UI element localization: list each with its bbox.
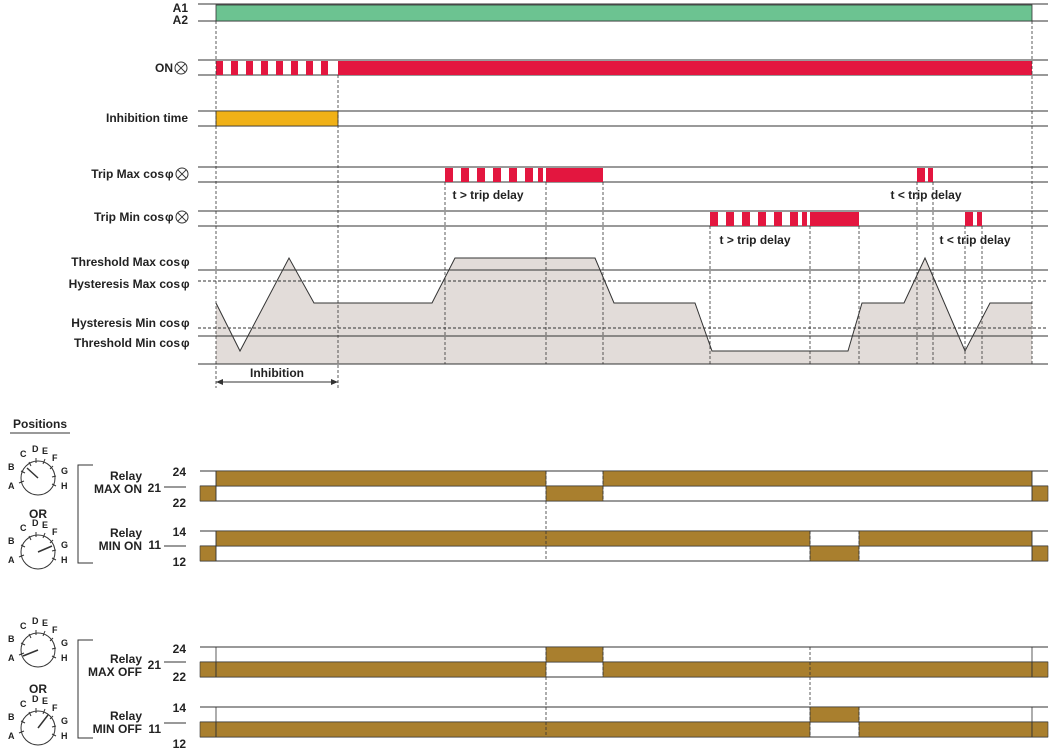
hysteresis-max-phi: φ bbox=[181, 277, 190, 291]
bracket bbox=[77, 639, 93, 739]
relay-label: Relay bbox=[110, 709, 142, 723]
supply-bar bbox=[215, 4, 1033, 22]
trip-min-phi: φ bbox=[165, 210, 174, 224]
dial-letter: A bbox=[8, 481, 15, 491]
dial-letter: F bbox=[52, 625, 58, 635]
terminal-21: 21 bbox=[148, 481, 162, 495]
dial-letter: C bbox=[20, 621, 27, 631]
selector-dial bbox=[18, 708, 57, 746]
trip-max-label: Trip Max cos bbox=[91, 167, 164, 181]
dial-letter: C bbox=[20, 449, 27, 459]
dial-letter: D bbox=[32, 616, 39, 626]
threshold-min-label: Threshold Min cos bbox=[74, 336, 180, 350]
hysteresis-max-label: Hysteresis Max cos bbox=[69, 277, 181, 291]
dial-letter: F bbox=[52, 703, 58, 713]
relay-max-on-label: MAX ON bbox=[94, 482, 142, 496]
terminal-12: 12 bbox=[173, 555, 187, 569]
dial-letter: E bbox=[42, 696, 48, 706]
threshold-max-label: Threshold Max cos bbox=[71, 255, 180, 269]
trip-min-delay-gt: t > trip delay bbox=[719, 233, 790, 247]
dial-letter: H bbox=[61, 731, 68, 741]
dial-letter: B bbox=[8, 536, 15, 546]
positions-title: Positions bbox=[13, 417, 67, 431]
relay-min-on-label: MIN ON bbox=[99, 539, 142, 553]
lamp-icon bbox=[175, 210, 189, 224]
dial-letter: G bbox=[61, 540, 68, 550]
dial-letter: G bbox=[61, 466, 68, 476]
threshold-min-phi: φ bbox=[181, 336, 190, 350]
dial-letter: F bbox=[52, 527, 58, 537]
on-led-flashing bbox=[216, 61, 328, 75]
dial-letter: F bbox=[52, 453, 58, 463]
relay-label: Relay bbox=[110, 652, 142, 666]
relay-max-off-state bbox=[199, 646, 1049, 678]
terminal-22: 22 bbox=[173, 670, 187, 684]
terminal-24: 24 bbox=[173, 642, 187, 656]
relay-min-off-label: MIN OFF bbox=[93, 722, 142, 736]
trip-max-led bbox=[445, 168, 933, 182]
trip-min-label: Trip Min cos bbox=[94, 210, 164, 224]
selector-dial bbox=[18, 532, 57, 570]
dial-letter: H bbox=[61, 653, 68, 663]
inhibition-time-label: Inhibition time bbox=[106, 111, 188, 125]
dial-letter: A bbox=[8, 555, 15, 565]
bracket bbox=[77, 464, 93, 564]
terminal-12: 12 bbox=[173, 737, 187, 751]
dial-letter: G bbox=[61, 638, 68, 648]
relay-max-off-label: MAX OFF bbox=[88, 665, 142, 679]
threshold-max-phi: φ bbox=[181, 255, 190, 269]
dial-letter: H bbox=[61, 555, 68, 565]
dial-letter: C bbox=[20, 699, 27, 709]
terminal-14: 14 bbox=[173, 525, 187, 539]
dial-letter: E bbox=[42, 446, 48, 456]
relay-min-off-state bbox=[199, 706, 1049, 738]
terminal-21: 21 bbox=[148, 658, 162, 672]
terminal-11: 11 bbox=[148, 538, 161, 552]
lamp-icon bbox=[174, 61, 188, 75]
relay-label: Relay bbox=[110, 469, 142, 483]
dial-letter: B bbox=[8, 462, 15, 472]
selector-dial bbox=[18, 458, 57, 496]
terminal-22: 22 bbox=[173, 496, 187, 510]
a2-label: A2 bbox=[173, 13, 189, 27]
inhibition-arrow-label: Inhibition bbox=[250, 366, 304, 380]
dial-letter: A bbox=[8, 653, 15, 663]
dial-letter: C bbox=[20, 523, 27, 533]
terminal-11: 11 bbox=[148, 722, 161, 736]
dial-letter: E bbox=[42, 520, 48, 530]
relay-label: Relay bbox=[110, 526, 142, 540]
dial-letter: E bbox=[42, 618, 48, 628]
trip-min-led bbox=[710, 212, 982, 226]
terminal-24: 24 bbox=[173, 465, 187, 479]
trip-max-delay-gt: t > trip delay bbox=[452, 188, 523, 202]
dial-letter: H bbox=[61, 481, 68, 491]
dial-letter: D bbox=[32, 694, 39, 704]
dial-letter: B bbox=[8, 634, 15, 644]
relay-time-markers bbox=[545, 471, 860, 737]
hysteresis-min-phi: φ bbox=[181, 316, 190, 330]
relay-min-on-state bbox=[199, 530, 1049, 562]
dial-letter: G bbox=[61, 716, 68, 726]
dial-letter: A bbox=[8, 731, 15, 741]
on-label: ON bbox=[155, 61, 173, 75]
selector-dial bbox=[18, 630, 57, 668]
relay-max-on-state bbox=[199, 470, 1049, 502]
dial-letter: D bbox=[32, 518, 39, 528]
trip-max-phi: φ bbox=[165, 167, 174, 181]
dial-letter: B bbox=[8, 712, 15, 722]
inhibition-time-bar bbox=[215, 110, 339, 127]
dial-letter: D bbox=[32, 444, 39, 454]
trip-max-delay-lt: t < trip delay bbox=[890, 188, 961, 202]
trip-min-delay-lt: t < trip delay bbox=[939, 233, 1010, 247]
on-led-steady bbox=[338, 61, 1032, 75]
hysteresis-min-label: Hysteresis Min cos bbox=[71, 316, 180, 330]
lamp-icon bbox=[175, 167, 189, 181]
terminal-14: 14 bbox=[173, 701, 187, 715]
relay-edges bbox=[215, 471, 1033, 737]
timing-diagram: A1 A2 ON Inhibition time Trip Max cos φ … bbox=[8, 1, 1049, 751]
